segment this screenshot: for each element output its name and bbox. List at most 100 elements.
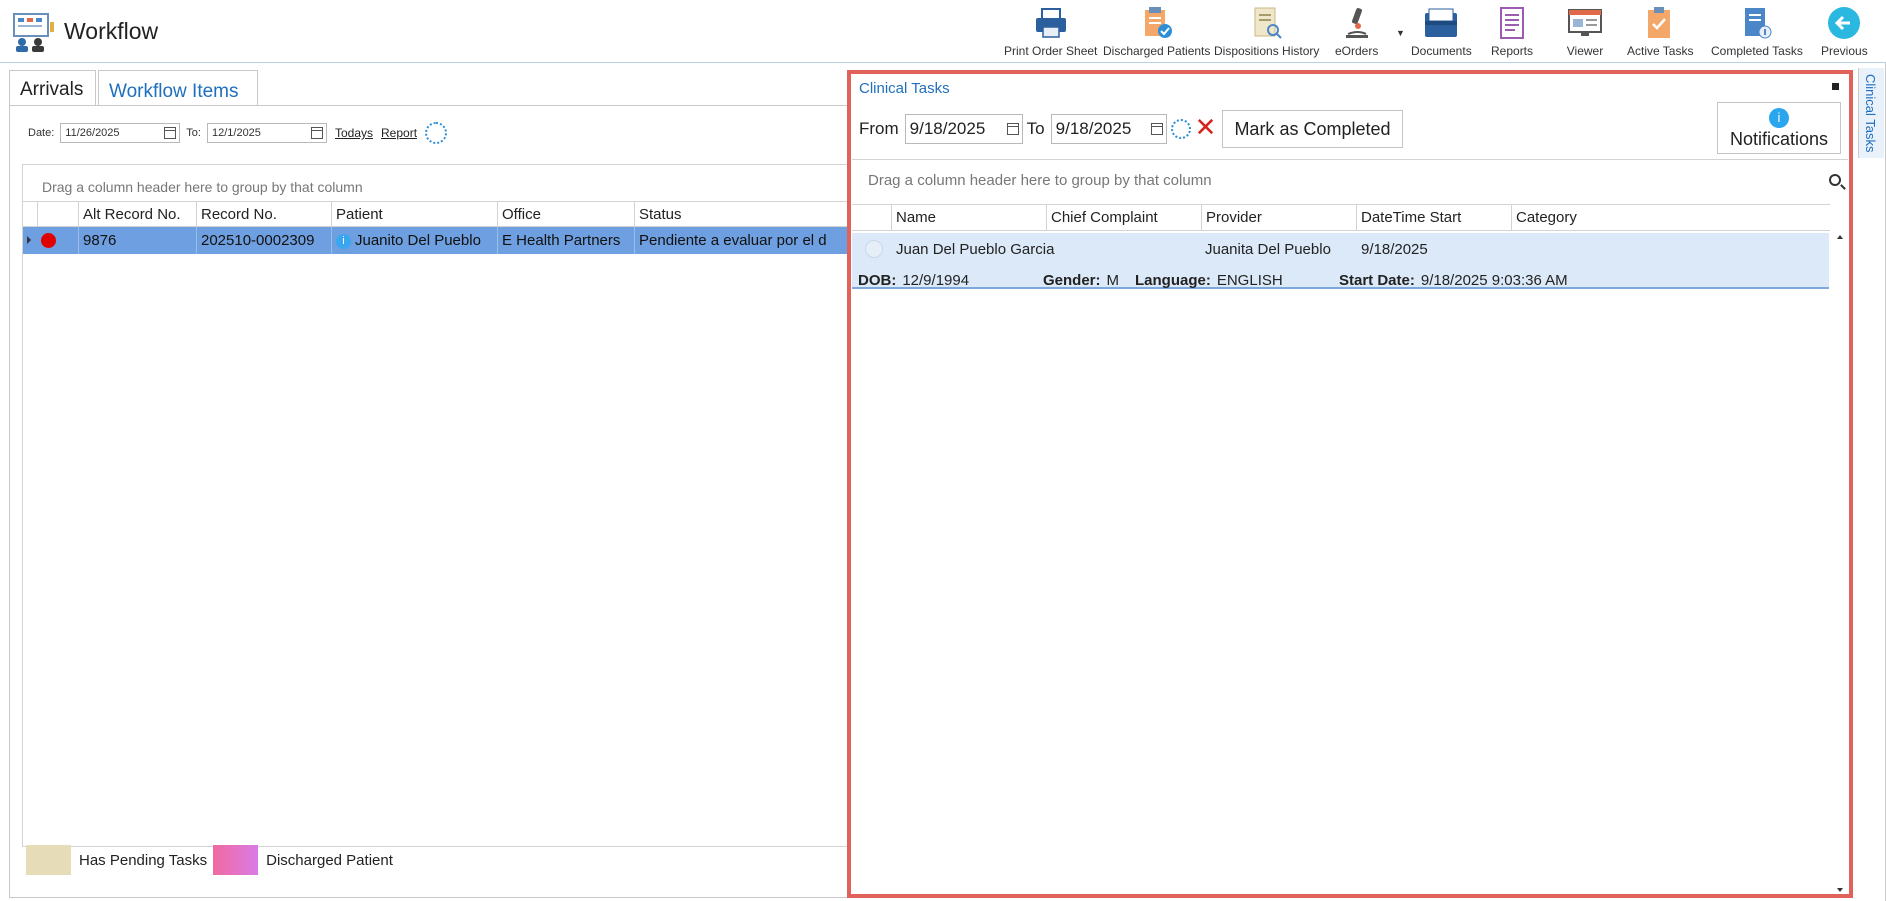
table-row[interactable]: 9876 202510-0002309 i Juanito Del Pueblo … [23,227,851,254]
row-select-radio[interactable] [865,240,883,258]
column-header-name[interactable]: Name [891,205,1046,231]
printer-icon [1031,3,1071,43]
pending-tasks-swatch [26,845,71,875]
discharged-patients-button[interactable]: Discharged Patients [1103,3,1210,61]
search-icon[interactable] [1829,174,1841,186]
discharged-patients-icon [1137,3,1177,43]
previous-button[interactable]: Previous [1821,3,1868,61]
cell-name: Juan Del Pueblo Garcia [896,241,1055,258]
column-header-category[interactable]: Category [1511,205,1666,231]
microscope-icon [1337,3,1377,43]
viewer-label: Viewer [1566,44,1604,58]
documents-label: Documents [1411,44,1472,58]
workflow-logo-icon [12,12,56,52]
clinical-tasks-side-tab[interactable]: Clinical Tasks [1858,68,1884,158]
info-icon[interactable]: i [336,234,351,249]
pending-tasks-legend-label: Has Pending Tasks [79,851,208,869]
cell-patient: i Juanito Del Pueblo [331,227,497,254]
reports-button[interactable]: Reports [1491,3,1533,61]
column-header-patient[interactable]: Patient [331,202,497,227]
clinical-tasks-side-tab-label: Clinical Tasks [1863,74,1878,153]
eorders-label: eOrders [1335,44,1379,58]
grid-header-row: Alt Record No. Record No. Patient Office… [23,201,851,227]
tab-arrivals[interactable]: Arrivals [9,70,96,106]
dob-value: 12/9/1994 [902,272,970,289]
pin-icon[interactable] [1832,83,1839,90]
column-header-record-no[interactable]: Record No. [196,202,331,227]
discharged-patient-swatch [213,845,259,875]
date-to-value: 12/1/2025 [211,127,261,139]
date-filter-row: Date: 11/26/2025 To: 12/1/2025 Todays Re… [28,122,448,144]
column-header-provider[interactable]: Provider [1201,205,1356,231]
refresh-icon[interactable] [425,122,448,144]
row-expand-icon[interactable] [27,236,31,244]
calendar-icon[interactable] [1150,123,1163,135]
ct-from-date-input[interactable]: 9/18/2025 [904,114,1023,144]
reports-label: Reports [1491,44,1534,58]
todays-link[interactable]: Todays [335,126,373,140]
ct-to-date-value: 9/18/2025 [1055,119,1132,138]
to-label: To [1026,119,1045,138]
dob-detail: DOB: 12/9/1994 [858,272,969,289]
clinical-tasks-grid: Drag a column header here to group by th… [852,159,1848,896]
language-value: ENGLISH [1216,272,1283,289]
print-order-sheet-button[interactable]: Print Order Sheet [1004,3,1097,61]
reports-icon [1492,3,1532,43]
calendar-icon[interactable] [1006,123,1019,135]
mark-as-completed-button[interactable]: Mark as Completed [1222,110,1403,148]
clear-icon[interactable]: ✕ [1195,114,1217,140]
column-header-status[interactable]: Status [634,202,851,227]
dispositions-history-button[interactable]: Dispositions History [1214,3,1319,61]
column-header-office[interactable]: Office [497,202,634,227]
active-tasks-button[interactable]: Active Tasks [1627,3,1693,61]
previous-label: Previous [1821,44,1868,58]
column-header-datetime-start[interactable]: DateTime Start [1356,205,1511,231]
to-label: To: [186,127,201,139]
column-header-chief-complaint[interactable]: Chief Complaint [1046,205,1201,231]
completed-tasks-button[interactable]: Completed Tasks [1711,3,1803,61]
date-from-input[interactable]: 11/26/2025 [60,123,181,143]
cell-alt-record-no: 9876 [78,227,196,254]
dispositions-history-icon [1247,3,1287,43]
scroll-up-arrow-icon[interactable] [1837,235,1843,239]
date-from-value: 11/26/2025 [65,127,120,139]
ct-from-date-value: 9/18/2025 [909,119,986,138]
table-row[interactable]: Juan Del Pueblo Garcia Juanita Del Puebl… [852,233,1829,289]
viewer-icon [1565,3,1605,43]
cell-datetime-start: 9/18/2025 [1361,241,1428,258]
viewer-button[interactable]: Viewer [1565,3,1605,61]
start-date-label: Start Date: [1339,272,1415,289]
refresh-icon[interactable] [1170,119,1191,139]
calendar-icon[interactable] [164,127,177,139]
print-order-sheet-label: Print Order Sheet [1004,44,1098,58]
notifications-button[interactable]: i Notifications [1717,102,1841,154]
column-header-status-indicator[interactable] [37,202,78,227]
language-label: Language: [1135,272,1211,289]
date-to-input[interactable]: 12/1/2025 [206,123,327,143]
start-date-detail: Start Date: 9/18/2025 9:03:36 AM [1339,272,1568,289]
documents-button[interactable]: Documents [1411,3,1472,61]
ct-to-date-input[interactable]: 9/18/2025 [1050,114,1167,144]
gender-detail: Gender: M [1043,272,1119,289]
cell-status: Pendiente a evaluar por el d [634,227,851,254]
completed-tasks-icon [1737,3,1777,43]
clinical-tasks-panel: Clinical Tasks From 9/18/2025 To 9/18/20… [847,70,1853,898]
legend: Has Pending Tasks Discharged Patient [26,845,393,875]
gender-value: M [1106,272,1120,289]
column-header-alt-record-no[interactable]: Alt Record No. [78,202,196,227]
dob-label: DOB: [858,272,897,289]
status-dot-icon [41,233,56,248]
header-bar: Workflow Print Order Sheet Discharged Pa… [0,0,1886,63]
patient-name: Juanito Del Pueblo [355,232,481,249]
scroll-down-arrow-icon[interactable] [1837,888,1843,892]
language-detail: Language: ENGLISH [1135,272,1283,289]
report-link[interactable]: Report [381,126,417,140]
eorders-button[interactable]: eOrders [1335,3,1378,61]
eorders-dropdown-icon[interactable]: ▼ [1396,28,1405,38]
calendar-icon[interactable] [310,127,323,139]
tab-workflow-items[interactable]: Workflow Items [98,70,258,106]
documents-icon [1421,3,1461,43]
grid-header-row: Name Chief Complaint Provider DateTime S… [852,204,1830,231]
dispositions-history-label: Dispositions History [1214,44,1320,58]
info-icon: i [1769,108,1789,128]
